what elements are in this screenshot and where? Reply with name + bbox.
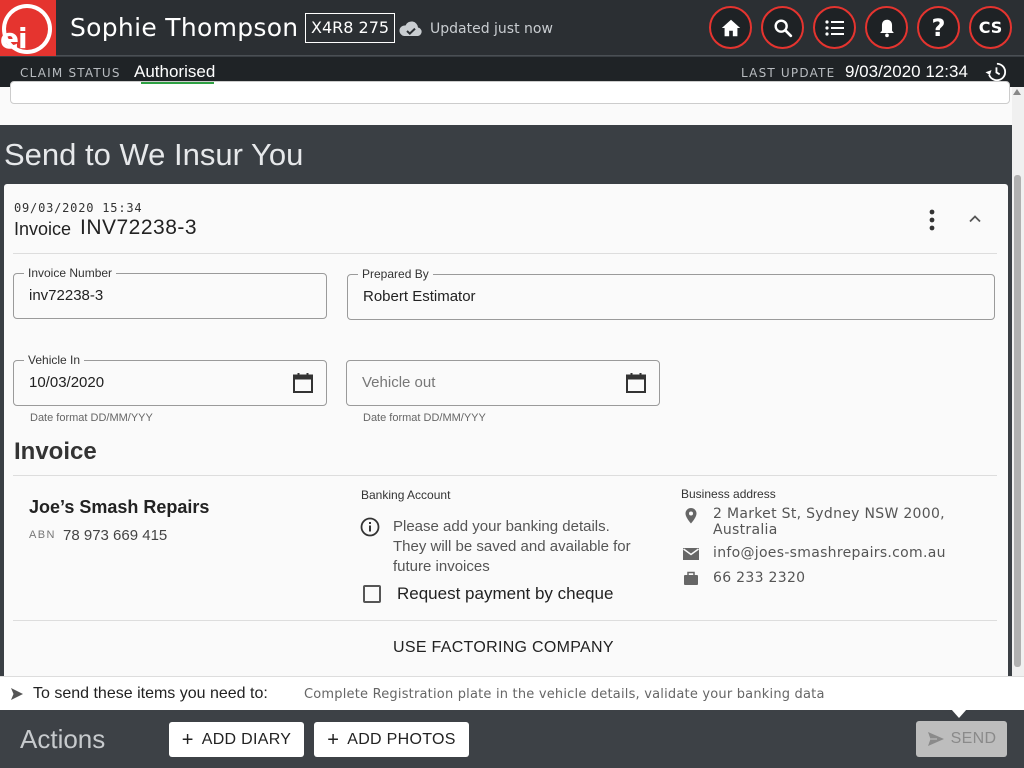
previous-card-status-underline <box>141 82 214 84</box>
logo-text: ei <box>0 22 28 55</box>
bell-icon <box>879 19 894 37</box>
list-button[interactable] <box>813 6 856 49</box>
top-bar: ei Sophie Thompson X4R8 275 Updated just… <box>0 0 1024 56</box>
user-avatar-button[interactable]: CS <box>969 6 1012 49</box>
business-address-title: Business address <box>681 487 776 501</box>
cheque-payment-checkbox[interactable] <box>363 585 381 603</box>
section-title: Send to We Insur You <box>4 137 304 172</box>
vehicle-in-field[interactable]: Vehicle In 10/03/2020 <box>13 353 327 406</box>
invoice-section-divider <box>13 475 997 476</box>
invoice-number-label: Invoice Number <box>24 266 117 280</box>
claim-status-label: CLAIM STATUS <box>20 66 121 80</box>
prepared-by-field[interactable]: Prepared By Robert Estimator <box>347 267 995 320</box>
send-label: SEND <box>950 730 997 747</box>
scroll-up-arrow-icon[interactable] <box>1013 89 1021 95</box>
collapse-chevron-up-icon[interactable] <box>966 210 984 228</box>
invoice-id: INV72238-3 <box>80 216 198 239</box>
search-button[interactable] <box>761 6 804 49</box>
calendar-icon[interactable] <box>625 372 647 394</box>
notifications-button[interactable] <box>865 6 908 49</box>
banking-account-title: Banking Account <box>361 488 451 502</box>
invoice-card: 09/03/2020 15:34 Invoice INV72238-3 Invo… <box>4 184 1008 684</box>
last-update-value: 9/03/2020 12:34 <box>845 62 968 81</box>
abn-label: ABN <box>29 529 56 541</box>
invoice-number-field[interactable]: Invoice Number inv72238-3 <box>13 266 327 319</box>
requirements-detail: Complete Registration plate in the vehic… <box>304 687 825 702</box>
vehicle-out-placeholder: Vehicle out <box>362 374 436 391</box>
email-icon <box>683 548 699 560</box>
home-button[interactable] <box>709 6 752 49</box>
prepared-by-label: Prepared By <box>358 267 433 281</box>
invoice-type-label: Invoice <box>14 219 72 239</box>
requirements-title: To send these items you need to: <box>33 685 268 702</box>
vehicle-out-format-hint: Date format DD/MM/YYY <box>363 412 486 424</box>
vehicle-out-field[interactable]: Vehicle out <box>346 360 660 406</box>
calendar-icon[interactable] <box>292 372 314 394</box>
last-update-label: LAST UPDATE <box>741 66 836 80</box>
scrollbar-thumb[interactable] <box>1014 175 1021 667</box>
home-icon <box>721 19 740 36</box>
factoring-divider <box>13 620 997 621</box>
add-photos-label: ADD PHOTOS <box>347 730 456 748</box>
help-icon: ? <box>931 13 946 42</box>
add-diary-label: ADD DIARY <box>201 730 292 748</box>
invoice-section-heading: Invoice <box>14 438 97 465</box>
claim-status-value: Authorised <box>134 62 216 81</box>
info-icon <box>360 517 380 537</box>
app-logo[interactable]: ei <box>0 0 56 56</box>
vehicle-in-format-hint: Date format DD/MM/YYY <box>30 412 153 424</box>
requirements-pointer <box>951 709 967 718</box>
repairer-company-name: Joe’s Smash Repairs <box>29 497 210 517</box>
cheque-payment-label[interactable]: Request payment by cheque <box>397 584 613 604</box>
location-pin-icon <box>685 508 697 524</box>
plus-icon: + <box>327 728 340 751</box>
more-options-icon[interactable] <box>922 208 942 232</box>
updated-text: Updated just now <box>430 21 553 37</box>
use-factoring-company-button[interactable]: USE FACTORING COMPANY <box>393 639 614 657</box>
business-address-line2: Australia <box>713 522 778 538</box>
send-arrow-icon <box>11 688 23 700</box>
invoice-number-value: inv72238-3 <box>29 287 104 304</box>
banking-details-message: Please add your banking details. They wi… <box>393 518 631 575</box>
add-diary-button[interactable]: + ADD DIARY <box>169 722 304 757</box>
sync-status: Updated just now <box>398 20 553 38</box>
briefcase-icon <box>684 571 698 585</box>
actions-bar: Actions + ADD DIARY + ADD PHOTOS SEND <box>0 710 1024 768</box>
help-button[interactable]: ? <box>917 6 960 49</box>
prepared-by-value: Robert Estimator <box>363 288 476 305</box>
previous-card-remnant <box>0 81 1012 125</box>
claim-owner-name: Sophie Thompson <box>70 13 299 42</box>
send-requirements-banner: To send these items you need to: Complet… <box>0 676 1024 710</box>
send-button[interactable]: SEND <box>916 721 1007 757</box>
business-email: info@joes-smashrepairs.com.au <box>713 545 946 561</box>
business-phone: 66 233 2320 <box>713 570 806 586</box>
registration-plate: X4R8 275 <box>305 13 396 43</box>
history-icon[interactable] <box>985 61 1007 83</box>
list-icon <box>824 19 844 36</box>
plus-icon: + <box>181 728 194 751</box>
business-address-line1: 2 Market St, Sydney NSW 2000, <box>713 506 945 522</box>
abn-value: 78 973 669 415 <box>63 527 168 544</box>
add-photos-button[interactable]: + ADD PHOTOS <box>314 722 469 757</box>
invoice-timestamp: 09/03/2020 15:34 <box>14 201 143 215</box>
user-initials: CS <box>978 18 1003 37</box>
actions-label: Actions <box>20 724 106 754</box>
previous-card <box>10 81 1010 104</box>
search-icon <box>773 18 792 37</box>
card-header-divider <box>13 253 997 254</box>
vehicle-in-label: Vehicle In <box>24 353 85 367</box>
cloud-check-icon <box>399 21 422 36</box>
vehicle-in-value: 10/03/2020 <box>29 374 105 391</box>
send-icon <box>927 732 944 746</box>
